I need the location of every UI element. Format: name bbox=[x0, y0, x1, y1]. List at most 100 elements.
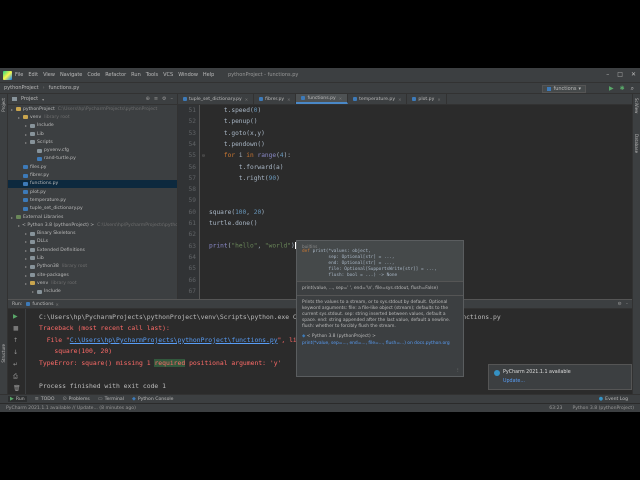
tree-item[interactable]: ▸ Include bbox=[8, 288, 177, 296]
menu-edit[interactable]: Edit bbox=[28, 72, 38, 78]
code-line[interactable]: 59 bbox=[178, 195, 632, 206]
editor-tab[interactable]: tuple_set_dictionary.py ✕ bbox=[178, 94, 255, 104]
database-tool-tab[interactable]: Database bbox=[634, 134, 639, 153]
tree-item[interactable]: ▸ pythonProject C:\Users\hp\PycharmProject… bbox=[8, 105, 177, 113]
close-icon[interactable]: ✕ bbox=[631, 71, 636, 78]
code-line[interactable]: 51 t.speed(0) bbox=[178, 105, 632, 116]
tree-item[interactable]: ▸ DLLs bbox=[8, 238, 177, 246]
menu-window[interactable]: Window bbox=[178, 72, 198, 78]
menu-navigate[interactable]: Navigate bbox=[60, 72, 82, 78]
tree-item[interactable]: ▸ Scripts bbox=[8, 138, 177, 146]
chevron-icon[interactable]: ▸ bbox=[18, 223, 20, 228]
tree-item[interactable]: ▸ Extended Definitions bbox=[8, 246, 177, 254]
run-config-select[interactable]: functions ▾ bbox=[542, 85, 586, 93]
close-icon[interactable]: ✕ bbox=[287, 97, 290, 102]
tree-item[interactable]: ▸ Lib bbox=[8, 254, 177, 262]
close-icon[interactable]: ✕ bbox=[437, 97, 440, 102]
code-line[interactable]: 58 bbox=[178, 184, 632, 195]
tree-item[interactable]: ▸ Python38 library root bbox=[8, 263, 177, 271]
run-icon[interactable]: ▶ bbox=[609, 85, 614, 93]
tree-item[interactable]: functions.py bbox=[8, 179, 177, 188]
menu-help[interactable]: Help bbox=[203, 72, 214, 78]
tree-item[interactable]: ▸ Lib bbox=[8, 130, 177, 138]
event-log-button[interactable]: ● Event Log bbox=[599, 396, 628, 402]
tree-item[interactable]: tuple_set_dictionary.py bbox=[8, 205, 177, 213]
up-arrow-icon[interactable]: ↑ bbox=[13, 337, 18, 344]
close-icon[interactable]: ✕ bbox=[56, 302, 59, 307]
code-line[interactable]: 60 square(100, 20) bbox=[178, 207, 632, 218]
gear-icon[interactable]: ⚙ bbox=[618, 302, 622, 307]
menu-run[interactable]: Run bbox=[131, 72, 141, 78]
console-line[interactable]: TypeError: square() missing 1 required p… bbox=[39, 357, 281, 368]
code-line[interactable]: 62 bbox=[178, 229, 632, 240]
trash-icon[interactable]: 🗑 bbox=[13, 385, 21, 392]
hide-icon[interactable]: – bbox=[626, 302, 628, 307]
rerun-icon[interactable]: ▶ bbox=[13, 313, 18, 320]
caret-position[interactable]: 63:23 bbox=[549, 406, 562, 411]
run-tool-button[interactable]: ▶ Run bbox=[8, 396, 27, 402]
debug-icon[interactable]: ✱ bbox=[620, 85, 625, 93]
collapse-icon[interactable]: ≡ bbox=[154, 96, 158, 102]
tree-item[interactable]: ▸ Binary Skeletons bbox=[8, 229, 177, 237]
tree-item[interactable]: ▸ External Libraries bbox=[8, 213, 177, 221]
breadcrumb-project[interactable]: pythonProject bbox=[4, 85, 39, 91]
maximize-icon[interactable]: □ bbox=[617, 71, 623, 78]
menu-refactor[interactable]: Refactor bbox=[105, 72, 126, 78]
editor-tab[interactable]: functions.py ✕ bbox=[296, 94, 349, 104]
structure-tool-tab[interactable]: Structure bbox=[1, 344, 6, 363]
code-line[interactable]: 56 t.forward(a) bbox=[178, 162, 632, 173]
problems-tool-button[interactable]: ⊙ Problems bbox=[62, 396, 89, 402]
menu-tools[interactable]: Tools bbox=[146, 72, 158, 78]
tree-item[interactable]: ▸ site-packages bbox=[8, 271, 177, 279]
python-console-tool-button[interactable]: ◆ Python Console bbox=[132, 396, 173, 402]
tree-item[interactable]: temperature.py bbox=[8, 196, 177, 204]
editor-tab[interactable]: fibrer.py ✕ bbox=[254, 94, 297, 104]
close-icon[interactable]: ✕ bbox=[339, 96, 342, 101]
more-options-icon[interactable]: ⋮ bbox=[456, 368, 460, 373]
update-link[interactable]: Update... bbox=[503, 379, 525, 384]
down-arrow-icon[interactable]: ↓ bbox=[13, 349, 18, 356]
todo-tool-button[interactable]: ≡ TODO bbox=[35, 396, 55, 402]
tree-item[interactable]: ▸ venv library root bbox=[8, 279, 177, 287]
gear-icon[interactable]: ⚙ bbox=[162, 96, 166, 102]
run-tab-functions[interactable]: functions ✕ bbox=[26, 302, 59, 307]
code-line[interactable]: 53 t.goto(x,y) bbox=[178, 128, 632, 139]
console-line[interactable]: Traceback (most recent call last): bbox=[39, 323, 170, 334]
close-icon[interactable]: ✕ bbox=[245, 97, 248, 102]
status-message[interactable]: PyCharm 2021.1.1 available // Update... … bbox=[6, 406, 136, 411]
code-line[interactable]: 52 t.penup() bbox=[178, 116, 632, 127]
editor-tab[interactable]: temperature.py ✕ bbox=[348, 94, 408, 104]
search-icon[interactable]: ⌕ bbox=[631, 85, 634, 93]
chevron-down-icon[interactable]: ▾ bbox=[42, 97, 44, 102]
tree-item[interactable]: rand-turtle.py bbox=[8, 155, 177, 163]
hide-icon[interactable]: – bbox=[171, 96, 174, 102]
terminal-tool-button[interactable]: ▭ Terminal bbox=[98, 396, 124, 402]
menu-vcs[interactable]: VCS bbox=[163, 72, 173, 78]
minimize-icon[interactable]: – bbox=[606, 71, 609, 78]
console-line[interactable]: square(100, 20) bbox=[39, 346, 112, 357]
code-line[interactable]: 57 t.right(90) bbox=[178, 173, 632, 184]
menu-view[interactable]: View bbox=[43, 72, 55, 78]
fold-icon[interactable]: ⊖ bbox=[202, 153, 205, 159]
breadcrumb-file[interactable]: functions.py bbox=[49, 85, 80, 91]
editor-tab[interactable]: plot.py ✕ bbox=[407, 94, 447, 104]
project-tool-tab[interactable]: Project bbox=[1, 98, 6, 112]
scientific-tool-tab[interactable]: SciView bbox=[634, 98, 639, 113]
tree-item[interactable]: ▸ < Python 3.8 (pythonProject) > C:\Users\… bbox=[8, 221, 177, 229]
code-line[interactable]: 55 for i in range(4): ⊖ bbox=[178, 150, 632, 161]
interpreter-indicator[interactable]: Python 3.8 (pythonProject) bbox=[572, 406, 634, 411]
wrap-icon[interactable]: ↵ bbox=[13, 361, 18, 368]
stop-icon[interactable]: ■ bbox=[13, 325, 19, 332]
console-line[interactable]: Process finished with exit code 1 bbox=[39, 380, 166, 391]
tree-item[interactable]: ▸ Include bbox=[8, 122, 177, 130]
tree-item[interactable]: files.py bbox=[8, 163, 177, 171]
project-panel-title[interactable]: Project bbox=[21, 96, 38, 102]
menu-file[interactable]: File bbox=[15, 72, 23, 78]
close-icon[interactable]: ✕ bbox=[398, 97, 401, 102]
print-icon[interactable]: ⎙ bbox=[13, 373, 18, 381]
tree-item[interactable]: fibrer.py bbox=[8, 171, 177, 179]
code-line[interactable]: 54 t.pendown() bbox=[178, 139, 632, 150]
tree-item[interactable]: ▸ venv library root bbox=[8, 113, 177, 121]
menu-code[interactable]: Code bbox=[87, 72, 100, 78]
code-line[interactable]: 61 turtle.done() bbox=[178, 218, 632, 229]
